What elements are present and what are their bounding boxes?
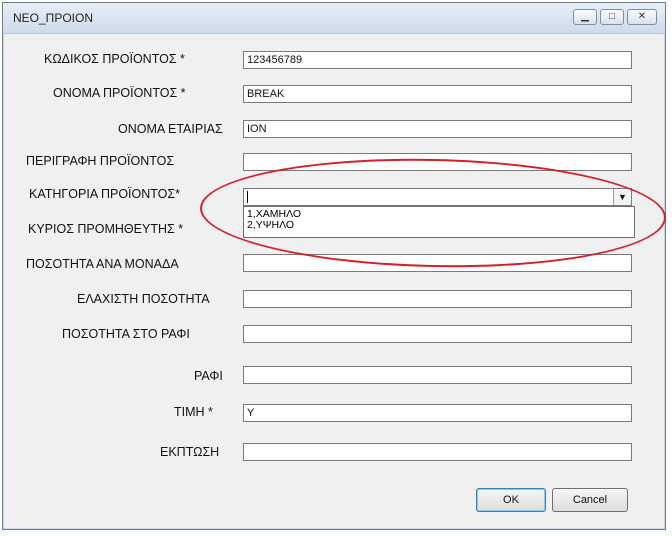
label-shelf-qty: ΠΟΣΟΤΗΤΑ ΣΤΟ ΡΑΦΙ <box>62 327 190 341</box>
label-company-name: ΟΝΟΜΑ ΕΤΑΙΡΙΑΣ <box>118 122 223 136</box>
min-qty-input[interactable] <box>243 290 632 308</box>
window-controls: ▁ □ ✕ <box>573 9 657 25</box>
label-price: ΤΙΜΗ * <box>174 405 213 419</box>
window-title: ΝΕΟ_ΠΡΟΙΟΝ <box>13 11 94 25</box>
product-code-input[interactable]: 123456789 <box>243 51 632 69</box>
product-name-input[interactable]: BREAK <box>243 85 632 103</box>
minimize-icon[interactable]: ▁ <box>573 9 597 25</box>
label-min-qty: ΕΛΑΧΙΣΤΗ ΠΟΣΟΤΗΤΑ <box>77 292 210 306</box>
company-name-input[interactable]: ΙΟΝ <box>243 120 632 138</box>
discount-input[interactable] <box>243 443 632 461</box>
close-icon[interactable]: ✕ <box>627 9 657 25</box>
label-qty-per-unit: ΠΟΣΟΤΗΤΑ ΑΝΑ ΜΟΝΑΔΑ <box>26 257 179 271</box>
maximize-icon[interactable]: □ <box>600 9 624 25</box>
label-product-code: ΚΩΔΙΚΟΣ ΠΡΟΪΟΝΤΟΣ * <box>44 52 185 66</box>
cancel-button[interactable]: Cancel <box>552 488 628 512</box>
label-product-name: ΟΝΟΜΑ ΠΡΟΪΟΝΤΟΣ * <box>53 86 186 100</box>
label-category: ΚΑΤΗΓΟΡΙΑ ΠΡΟΪΟΝΤΟΣ* <box>29 187 180 201</box>
label-supplier: ΚΥΡΙΟΣ ΠΡΟΜΗΘΕΥΤΗΣ * <box>28 222 184 236</box>
price-input[interactable]: Y <box>243 404 632 422</box>
shelf-input[interactable] <box>243 366 632 384</box>
ok-button[interactable]: OK <box>476 488 546 512</box>
label-shelf: ΡΑΦΙ <box>194 369 223 383</box>
shelf-qty-input[interactable] <box>243 325 632 343</box>
title-bar[interactable]: ΝΕΟ_ΠΡΟΙΟΝ ▁ □ ✕ <box>3 3 665 34</box>
label-description: ΠΕΡΙΓΡΑΦΗ ΠΡΟΪΟΝΤΟΣ <box>26 154 175 168</box>
label-discount: ΕΚΠΤΩΣΗ <box>160 445 220 459</box>
